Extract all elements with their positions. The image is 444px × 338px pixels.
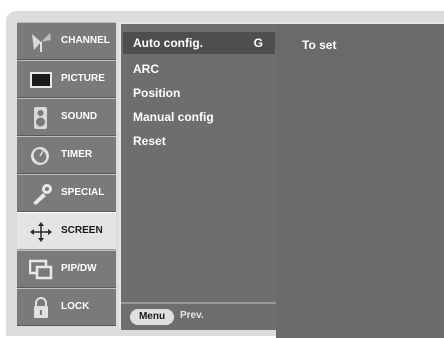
tv-screen-icon xyxy=(29,69,52,89)
submenu-item-label: Reset xyxy=(133,134,166,148)
menu-item-pipdw[interactable]: PIP/DW xyxy=(17,250,116,288)
pip-windows-icon xyxy=(28,259,53,280)
menu-item-label: CHANNEL xyxy=(61,35,110,46)
submenu-item-label: Auto config. xyxy=(133,36,203,50)
antenna-icon xyxy=(29,31,51,52)
submenu-item-auto-config[interactable]: Auto config. G xyxy=(123,32,275,54)
main-menu: CHANNEL PICTURE SOUND TIMER SPECIAL SCRE… xyxy=(17,22,116,326)
submenu-item-label: ARC xyxy=(133,62,159,76)
menu-item-screen[interactable]: SCREEN xyxy=(17,212,116,250)
submenu-item-arc[interactable]: ARC xyxy=(123,58,275,80)
tv-osd-screen: CHANNEL PICTURE SOUND TIMER SPECIAL SCRE… xyxy=(0,0,444,338)
menu-item-label: PICTURE xyxy=(61,73,105,84)
info-text: To set xyxy=(302,38,337,52)
menu-item-label: SPECIAL xyxy=(61,187,105,198)
menu-button[interactable]: Menu xyxy=(130,309,174,325)
prev-hint: Prev. xyxy=(180,310,204,321)
submenu-item-key: G xyxy=(253,36,263,50)
clock-icon xyxy=(29,145,51,165)
menu-item-special[interactable]: SPECIAL xyxy=(17,174,116,212)
menu-item-sound[interactable]: SOUND xyxy=(17,98,116,136)
submenu-item-position[interactable]: Position xyxy=(123,82,275,104)
menu-item-label: PIP/DW xyxy=(61,263,97,274)
info-panel: To set xyxy=(276,22,444,338)
menu-item-picture[interactable]: PICTURE xyxy=(17,60,116,98)
screen-submenu: Auto config. G ARC Position Manual confi… xyxy=(119,22,278,330)
menu-item-label: SCREEN xyxy=(61,225,103,236)
submenu-item-label: Position xyxy=(133,86,181,100)
menu-item-label: TIMER xyxy=(61,149,93,160)
menu-item-lock[interactable]: LOCK xyxy=(17,288,116,326)
special-tool-icon xyxy=(29,183,52,205)
submenu-item-manual-config[interactable]: Manual config xyxy=(123,106,275,128)
menu-item-label: SOUND xyxy=(61,111,98,122)
menu-item-channel[interactable]: CHANNEL xyxy=(17,22,116,60)
submenu-footer: Menu Prev. xyxy=(121,302,276,330)
menu-item-timer[interactable]: TIMER xyxy=(17,136,116,174)
move-arrows-icon xyxy=(29,221,52,242)
padlock-icon xyxy=(29,297,51,318)
submenu-item-reset[interactable]: Reset xyxy=(123,130,275,152)
menu-item-label: LOCK xyxy=(61,301,90,312)
speaker-icon xyxy=(29,107,51,129)
submenu-item-label: Manual config xyxy=(133,110,214,124)
